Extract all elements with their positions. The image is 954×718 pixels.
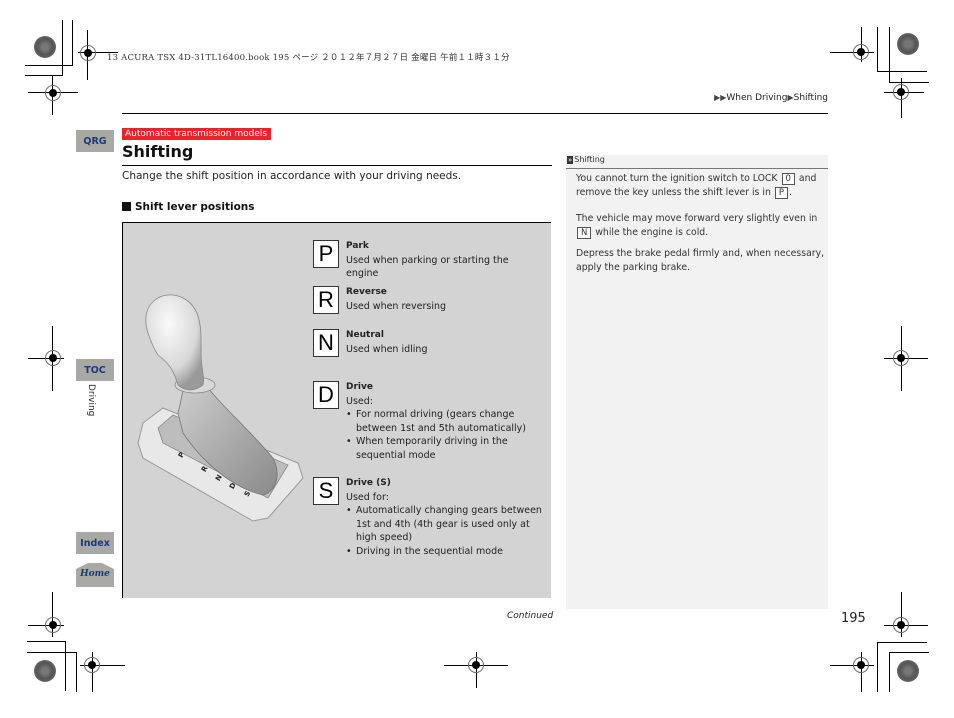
registration-mark bbox=[853, 44, 869, 60]
sidebar-paragraph: You cannot turn the ignition switch to L… bbox=[576, 173, 817, 199]
index-tab[interactable]: Index bbox=[76, 532, 114, 554]
section-label: Driving bbox=[86, 384, 96, 417]
page-title: Shifting bbox=[122, 142, 194, 161]
registration-mark bbox=[84, 657, 100, 673]
position-letter: N bbox=[313, 329, 339, 357]
position-name: Drive bbox=[346, 382, 373, 392]
key-n: N bbox=[577, 226, 592, 239]
continued-label: Continued bbox=[507, 611, 554, 621]
registration-mark bbox=[45, 85, 61, 101]
registration-disc bbox=[34, 660, 56, 682]
key-lock-0: 0 bbox=[781, 173, 795, 185]
breadcrumb-item-shifting[interactable]: Shifting bbox=[794, 93, 828, 103]
registration-mark bbox=[468, 657, 484, 673]
breadcrumb-item-when-driving[interactable]: When Driving bbox=[726, 93, 787, 103]
page-number: 195 bbox=[841, 611, 866, 626]
intro-text: Change the shift position in accordance … bbox=[122, 170, 462, 182]
qrg-tab[interactable]: QRG bbox=[76, 130, 114, 152]
position-name: Neutral bbox=[346, 330, 384, 340]
position-letter: S bbox=[313, 477, 339, 505]
registration-disc bbox=[897, 660, 919, 682]
registration-mark bbox=[853, 657, 869, 673]
home-label: Home bbox=[80, 569, 110, 579]
position-desc: Used: bbox=[346, 395, 373, 407]
position-letter: D bbox=[313, 381, 339, 409]
position-name: Park bbox=[346, 241, 369, 251]
position-bullet: When temporarily driving in the sequenti… bbox=[346, 435, 546, 462]
section-heading: Shift lever positions bbox=[122, 201, 255, 213]
breadcrumb: ▶▶When Driving▶Shifting bbox=[714, 93, 828, 103]
position-desc: Used when reversing bbox=[346, 300, 447, 312]
registration-disc bbox=[897, 33, 919, 55]
position-letter: P bbox=[313, 240, 339, 268]
home-tab[interactable]: Home bbox=[76, 563, 114, 587]
reference-arrow-icon: » bbox=[567, 156, 574, 164]
header-rule bbox=[122, 113, 828, 114]
registration-mark bbox=[893, 84, 909, 100]
square-bullet-icon bbox=[122, 202, 131, 211]
sidebar-paragraph: Depress the brake pedal firmly and, when… bbox=[576, 248, 825, 273]
position-name: Reverse bbox=[346, 287, 387, 297]
registration-disc bbox=[34, 36, 56, 58]
print-header: 13 ACURA TSX 4D-31TL16400.book 195 ページ ２… bbox=[107, 53, 510, 63]
shift-lever-figure: P R N D S P Park Used when parking or sta… bbox=[122, 222, 551, 598]
registration-mark bbox=[45, 617, 61, 633]
title-rule bbox=[122, 165, 552, 166]
section-heading-text: Shift lever positions bbox=[135, 201, 255, 213]
toc-tab[interactable]: TOC bbox=[76, 359, 114, 381]
registration-mark bbox=[80, 45, 96, 61]
key-p: P bbox=[774, 186, 788, 199]
position-name: Drive (S) bbox=[346, 478, 391, 488]
position-desc: Used when parking or starting the engine bbox=[346, 254, 509, 280]
registration-mark bbox=[45, 350, 61, 366]
sidebar-paragraph: The vehicle may move forward very slight… bbox=[576, 213, 818, 239]
registration-mark bbox=[893, 617, 909, 633]
position-letter: R bbox=[313, 286, 339, 314]
shift-lever-illustration bbox=[137, 294, 304, 522]
sidebar-note: » Shifting You cannot turn the ignition s… bbox=[566, 155, 828, 609]
position-desc: Used when idling bbox=[346, 343, 428, 355]
position-bullet: Automatically changing gears between 1st… bbox=[346, 504, 546, 545]
position-bullet: Driving in the sequential mode bbox=[346, 545, 546, 559]
sidebar-heading-text[interactable]: Shifting bbox=[574, 155, 605, 164]
position-bullet: For normal driving (gears change between… bbox=[346, 408, 546, 435]
registration-mark bbox=[893, 350, 909, 366]
model-badge: Automatic transmission models bbox=[122, 128, 272, 140]
position-desc: Used for: bbox=[346, 491, 389, 503]
breadcrumb-arrow-icon: ▶▶ bbox=[714, 93, 727, 102]
sidebar-heading: » Shifting bbox=[566, 155, 828, 169]
